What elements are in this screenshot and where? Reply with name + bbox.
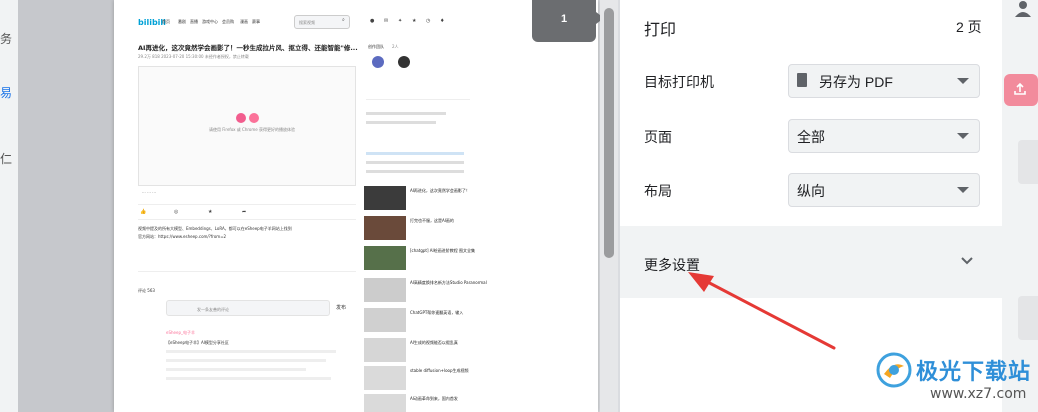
watermark-text: 极光下载站 — [916, 360, 1032, 385]
related-title: 打完也不服，这是AI画的 — [410, 218, 454, 223]
page-number-badge: 1 — [532, 0, 604, 42]
background-panel — [1018, 140, 1038, 184]
pages-select[interactable]: 全部 — [788, 119, 980, 153]
comment-box: 发一条友善的评论 — [166, 300, 330, 316]
favorite-icon: ★ — [412, 18, 417, 24]
nav-item: 番剧 — [178, 19, 186, 24]
pages-label: 页面 — [644, 129, 672, 145]
related-thumbnail — [364, 246, 406, 270]
preview-margin — [18, 0, 114, 412]
layout-label: 布局 — [644, 183, 672, 199]
pages-value: 全部 — [797, 129, 825, 145]
video-description: 视频中提及的所有大模型、Embeddings、LoRA，都可以在eSheep电子… — [138, 226, 292, 231]
history-icon: ◷ — [426, 18, 431, 24]
related-thumbnail — [364, 278, 406, 302]
related-title: stable diffusion+loop生成视频 — [410, 368, 469, 373]
background-window-strip: 务 易 仁 — [0, 0, 18, 412]
destination-value: 另存为 PDF — [819, 74, 893, 90]
player-logo-icon — [236, 113, 246, 123]
background-panel — [1018, 296, 1038, 340]
message-icon: ✉ — [384, 18, 389, 24]
article-title: AI再进化，这次竟然学会画影了！一秒生成拉片风、抠立得、还能智能"修... — [138, 44, 358, 52]
related-thumbnail — [364, 338, 406, 362]
video-description-link: 官方网站：https://www.esheep.com/?from=2 — [138, 234, 227, 239]
strip-char: 易 — [0, 86, 13, 100]
comment-placeholder: 发一条友善的评论 — [197, 307, 229, 312]
related-thumbnail — [364, 216, 406, 240]
more-settings-label: 更多设置 — [644, 257, 700, 273]
avatar-icon: ● — [370, 18, 375, 24]
search-placeholder: 搜索视频 — [299, 20, 315, 25]
watermark-logo-icon — [876, 352, 912, 388]
print-title: 打印 — [644, 22, 677, 39]
layout-value: 纵向 — [797, 183, 825, 199]
related-thumbnail — [364, 394, 406, 412]
destination-label: 目标打印机 — [644, 74, 714, 90]
dropdown-arrow-icon — [957, 133, 969, 139]
strip-char: 仁 — [0, 152, 13, 166]
header-icons: ● ✉ ✦ ★ ◷ ♦ — [370, 18, 450, 26]
favorite-icon: ★ — [208, 209, 213, 215]
preview-scrollbar-thumb[interactable] — [604, 8, 614, 258]
upload-button — [1004, 74, 1038, 106]
site-nav: 首页 番剧 直播 游戏中心 会员购 漫画 赛事 — [162, 19, 282, 27]
comment-user: eSheep_电子羊 — [166, 330, 195, 335]
destination-select[interactable]: 另存为 PDF — [788, 64, 980, 98]
player-controls: ··· ··· ··· — [138, 188, 356, 196]
related-title: [chatgpt] AI绘画进阶教程 图文全集 — [410, 248, 475, 253]
comment-text: 【eSheep电子羊】AI模型分享社区 — [166, 340, 229, 345]
related-title: ChatGPT帮你速翻英语，输入 — [410, 310, 464, 315]
player-logo-icon — [249, 113, 259, 123]
nav-item: 游戏中心 — [202, 19, 218, 24]
strip-char: 务 — [0, 32, 13, 46]
creator-team-count: 2人 — [392, 44, 399, 49]
related-title: AI高精度换排名新方法Studio Paranormal — [410, 280, 487, 285]
layout-select[interactable]: 纵向 — [788, 173, 980, 207]
playlist-header — [366, 92, 470, 100]
creator-avatar — [398, 56, 410, 68]
watermark-url: www.xz7.com — [930, 386, 1027, 402]
related-thumbnail — [364, 366, 406, 390]
creator-team-title: 创作团队 — [368, 44, 384, 49]
profile-icon — [1015, 1, 1031, 17]
like-icon: 👍 — [140, 209, 147, 215]
print-preview-page: bilibili 首页 番剧 直播 游戏中心 会员购 漫画 赛事 搜索视频 ⌕ … — [114, 0, 598, 412]
page-count: 2 页 — [956, 19, 982, 35]
dynamic-icon: ✦ — [398, 18, 403, 24]
nav-item: 赛事 — [252, 19, 260, 24]
share-icon: ➦ — [242, 209, 247, 215]
comment-header: 评论 563 — [138, 288, 155, 293]
player-note: 请使用 Firefox 或 Chrome 获得更好的播放体验 — [209, 127, 296, 132]
related-title: AI生成的视频能否以假乱真 — [410, 340, 458, 345]
file-icon — [797, 73, 807, 87]
dropdown-arrow-icon — [957, 187, 969, 193]
nav-item: 首页 — [162, 19, 170, 24]
article-meta: 29.2万 818 2023-07-20 15:30:00 未经作者授权，禁止转… — [138, 54, 249, 59]
video-player: 请使用 Firefox 或 Chrome 获得更好的播放体验 — [138, 66, 356, 186]
creator-avatar — [372, 56, 384, 68]
upload-icon — [1014, 82, 1026, 95]
related-title: AI再进化，这次竟然学会画影了！ — [410, 188, 470, 193]
comment-send-button: 发布 — [336, 305, 347, 311]
nav-item: 漫画 — [240, 19, 248, 24]
dropdown-arrow-icon — [957, 78, 969, 84]
coin-icon: ◎ — [174, 209, 179, 215]
nav-item: 直播 — [190, 19, 198, 24]
nav-item: 会员购 — [222, 19, 234, 24]
creator-icon: ♦ — [440, 18, 445, 24]
related-title: AI动画革命到来，国内首发 — [410, 396, 458, 401]
chevron-down-icon — [961, 257, 973, 265]
playlist-items — [366, 112, 470, 136]
comment-body — [166, 350, 346, 410]
related-thumbnail — [364, 186, 406, 210]
video-action-bar: 👍 ◎ ★ ➦ — [138, 204, 356, 220]
related-thumbnail — [364, 308, 406, 332]
more-settings-toggle[interactable]: 更多设置 — [620, 226, 1002, 298]
watermark: 极光下载站 www.xz7.com — [876, 350, 1036, 410]
tag-bar — [138, 260, 356, 272]
recommend-list — [366, 152, 470, 180]
search-icon: ⌕ — [342, 17, 345, 23]
player-stats: ··· ··· ··· — [142, 190, 156, 195]
